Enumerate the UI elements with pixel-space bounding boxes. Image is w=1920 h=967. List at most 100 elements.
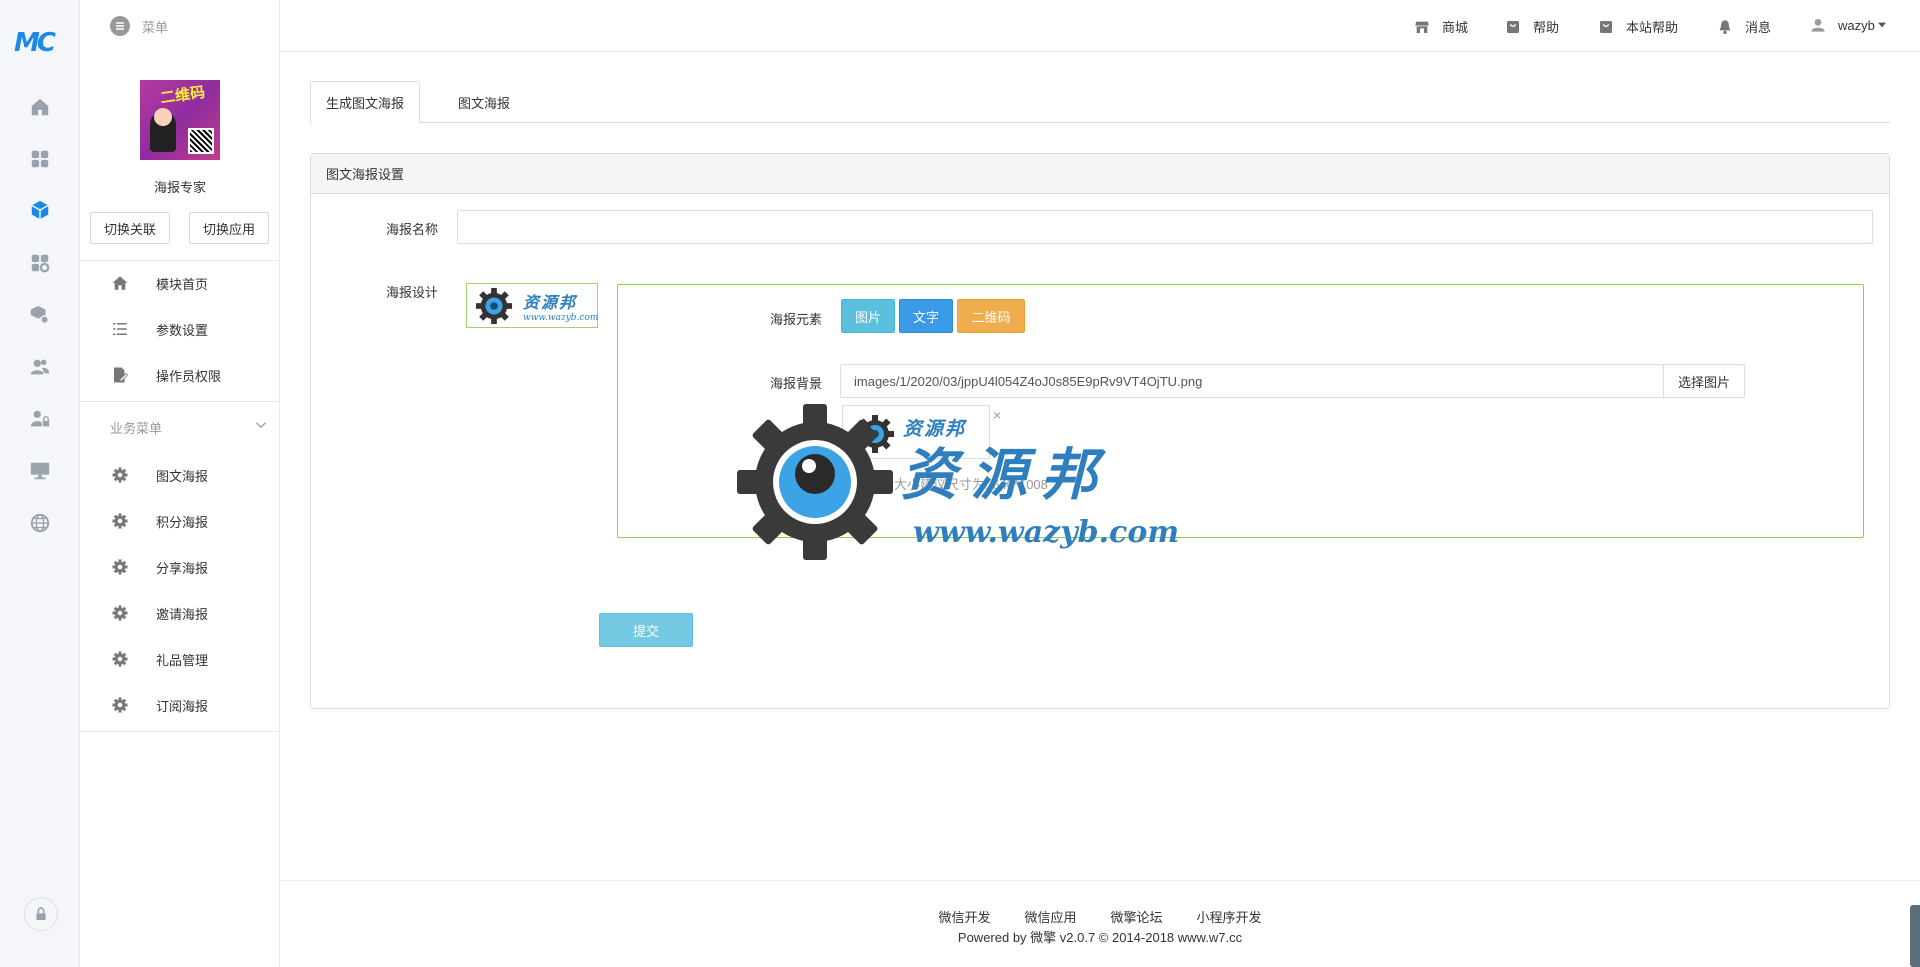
thumb-mini-text: 资源邦	[903, 418, 967, 440]
header-link-label: 帮助	[1533, 20, 1560, 35]
watermark-gear-icon	[856, 415, 894, 453]
footer-link-forum[interactable]: 微擎论坛	[1111, 907, 1163, 926]
watermark-gear-icon	[475, 287, 513, 325]
header-link-label: 商城	[1442, 20, 1469, 35]
background-size-hint: 海报背景大小建议尺寸为: 640*1008	[842, 477, 1048, 492]
sidebar-item-graphic-poster[interactable]: 图文海报	[80, 455, 280, 495]
app-thumb-face	[154, 108, 172, 126]
footer: 微信开发 微信应用 微擎论坛 小程序开发 Powered by 微擎 v2.0.…	[280, 880, 1920, 967]
tab-generate-poster[interactable]: 生成图文海报	[310, 81, 421, 124]
store-icon	[1415, 21, 1429, 33]
add-text-button[interactable]: 文字	[899, 299, 953, 333]
apps-icon	[31, 150, 49, 168]
menu-icon	[110, 16, 130, 36]
home-icon	[112, 276, 128, 290]
app-store-icon	[31, 254, 50, 273]
rail-box-settings[interactable]	[0, 292, 80, 338]
sidebar-item-subscribe-poster[interactable]: 订阅海报	[80, 685, 280, 725]
username: wazyb	[1838, 17, 1875, 33]
user-menu[interactable]: wazyb	[1810, 17, 1886, 33]
sidebar-item-label: 礼品管理	[156, 652, 209, 668]
app-name: 海报专家	[153, 180, 206, 195]
header-store-link[interactable]: 商城	[1414, 17, 1468, 36]
switch-app-button[interactable]: 切换应用	[189, 212, 269, 244]
rail-user-lock[interactable]	[0, 396, 80, 442]
poster-design-label: 海报设计	[386, 285, 439, 300]
sidebar-item-label: 模块首页	[156, 276, 209, 292]
doc-edit-icon	[114, 367, 129, 383]
brand-logo[interactable]: MC	[14, 28, 66, 58]
panel-title: 图文海报设置	[311, 154, 1889, 194]
rail-module[interactable]	[0, 187, 80, 233]
footer-link-wechat-dev[interactable]: 微信开发	[938, 907, 990, 926]
sidebar-item-label: 分享海报	[156, 560, 209, 576]
header-help-link[interactable]: 帮助	[1505, 17, 1559, 36]
sidebar-item-points-poster[interactable]: 积分海报	[80, 501, 280, 541]
divider	[80, 731, 280, 732]
rail-apps[interactable]	[0, 136, 80, 182]
choose-image-button[interactable]: 选择图片	[1663, 364, 1745, 398]
rail-globe[interactable]	[0, 500, 80, 546]
powered-by: Powered by 微擎 v2.0.7 © 2014-2018 www.w7.…	[957, 930, 1243, 945]
sidebar-item-label: 订阅海报	[156, 698, 209, 714]
sidebar-item-gift-management[interactable]: 礼品管理	[80, 639, 280, 679]
sidebar-item-module-home[interactable]: 模块首页	[80, 263, 280, 303]
home-icon	[31, 98, 49, 116]
poster-name-label: 海报名称	[386, 222, 439, 237]
sidebar-item-invite-poster[interactable]: 邀请海报	[80, 593, 280, 633]
rail-users[interactable]	[0, 344, 80, 390]
add-image-button[interactable]: 图片	[841, 299, 895, 333]
header-link-label: 本站帮助	[1626, 20, 1679, 35]
users-icon	[30, 359, 50, 375]
caret-down-icon	[1877, 22, 1886, 28]
top-header: 菜单 商城 帮助 本站帮助 消息 wazyb	[110, 0, 1920, 52]
gear-icon	[112, 651, 128, 667]
footer-link-wechat-apps[interactable]: 微信应用	[1024, 907, 1076, 926]
rail-app-store[interactable]	[0, 240, 80, 286]
menu-label: 菜单	[142, 19, 169, 35]
list-icon	[113, 323, 127, 335]
tab-poster-list[interactable]: 图文海报	[443, 81, 525, 123]
poster-preview[interactable]: 资源邦 www.wazyb.com	[466, 283, 598, 328]
preview-mini-url: www.wazyb.com	[523, 313, 599, 323]
remove-thumbnail-icon[interactable]: ×	[993, 407, 1001, 423]
sidebar-item-operator-permissions[interactable]: 操作员权限	[80, 355, 280, 395]
header-messages-link[interactable]: 消息	[1717, 17, 1771, 36]
group-title: 业务菜单	[110, 421, 163, 436]
globe-icon	[30, 513, 50, 533]
background-path-input[interactable]: images/1/2020/03/jppU4l054Z4oJ0s85E9pRv9…	[840, 364, 1663, 398]
footer-links: 微信开发 微信应用 微擎论坛 小程序开发	[280, 907, 1920, 926]
menu-toggle[interactable]: 菜单	[110, 16, 168, 36]
site-help-icon	[1600, 20, 1612, 33]
gear-icon	[112, 605, 128, 621]
poster-elements-label: 海报元素	[770, 312, 823, 327]
gear-icon	[112, 513, 128, 529]
bell-icon	[1719, 19, 1731, 34]
poster-background-label: 海报背景	[770, 376, 823, 391]
help-bag-icon	[1507, 20, 1519, 33]
user-icon	[1811, 19, 1825, 32]
sidebar-item-label: 操作员权限	[156, 368, 222, 384]
app-thumb-title: 二维码	[159, 82, 207, 108]
submit-button[interactable]: 提交	[599, 613, 693, 647]
rail-home[interactable]	[0, 84, 80, 130]
module-sidebar: 二维码 海报专家 切换关联 切换应用 模块首页 参数设置 操作员权限 业务菜单 …	[80, 0, 280, 967]
rail-monitor[interactable]	[0, 448, 80, 494]
sidebar-item-label: 积分海报	[156, 514, 209, 530]
module-icon	[31, 200, 49, 220]
lock-icon	[36, 907, 46, 920]
box-settings-icon	[30, 305, 49, 324]
switch-related-button[interactable]: 切换关联	[90, 212, 170, 244]
header-link-label: 消息	[1745, 20, 1772, 35]
sidebar-item-label: 图文海报	[156, 468, 209, 484]
lock-button[interactable]	[24, 897, 58, 931]
side-scroll-tab[interactable]	[1910, 905, 1920, 967]
header-site-help-link[interactable]: 本站帮助	[1598, 17, 1678, 36]
preview-mini-text: 资源邦	[523, 293, 578, 312]
poster-name-input[interactable]	[457, 210, 1873, 244]
chevron-down-icon[interactable]	[254, 418, 268, 432]
sidebar-item-settings[interactable]: 参数设置	[80, 309, 280, 349]
footer-link-miniprogram[interactable]: 小程序开发	[1197, 907, 1262, 926]
sidebar-item-share-poster[interactable]: 分享海报	[80, 547, 280, 587]
add-qrcode-button[interactable]: 二维码	[957, 299, 1025, 333]
